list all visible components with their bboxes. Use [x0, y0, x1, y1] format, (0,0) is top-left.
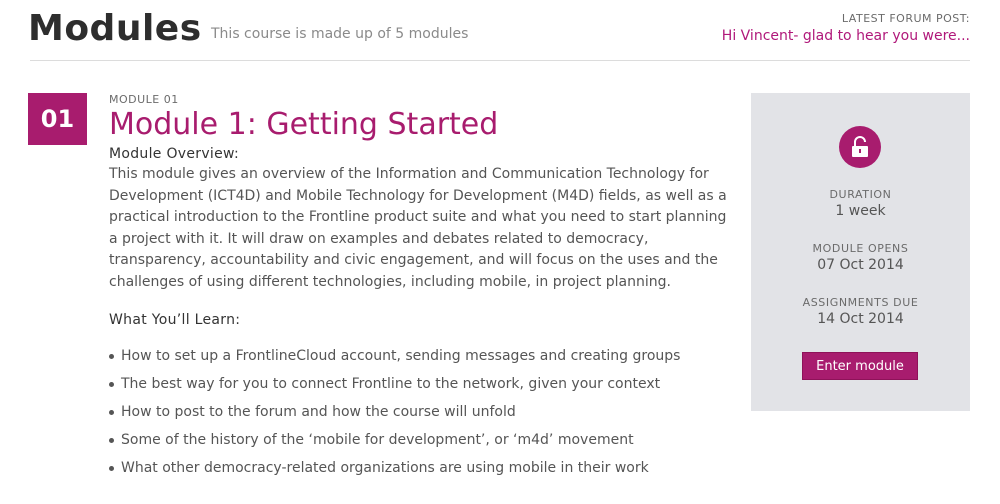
- module-info-panel: DURATION 1 week MODULE OPENS 07 Oct 2014…: [751, 93, 970, 411]
- page-title: Modules: [28, 8, 202, 49]
- list-item: Some of the history of the ‘mobile for d…: [109, 431, 734, 449]
- unlocked-padlock-icon: [839, 126, 881, 168]
- latest-forum-post: LATEST FORUM POST: Hi Vincent- glad to h…: [722, 12, 970, 44]
- forum-post-label: LATEST FORUM POST:: [841, 12, 970, 25]
- module-opens-label: MODULE OPENS: [812, 242, 909, 255]
- duration-value: 1 week: [835, 203, 886, 219]
- list-item: How to set up a FrontlineCloud account, …: [109, 347, 734, 365]
- module-opens-block: MODULE OPENS 07 Oct 2014: [751, 242, 970, 273]
- module-opens-value: 07 Oct 2014: [817, 257, 904, 273]
- forum-post-link[interactable]: Hi Vincent- glad to hear you were...: [722, 28, 970, 44]
- module-number-label: MODULE 01: [109, 93, 179, 106]
- module-title: Module 1: Getting Started: [109, 107, 499, 142]
- assignments-due-label: ASSIGNMENTS DUE: [802, 296, 919, 309]
- learn-heading: What You’ll Learn:: [109, 312, 241, 328]
- overview-heading: Module Overview:: [109, 146, 240, 162]
- assignments-due-value: 14 Oct 2014: [817, 311, 904, 327]
- list-item: How to post to the forum and how the cou…: [109, 403, 734, 421]
- module-number-badge: 01: [28, 93, 87, 145]
- list-item: The best way for you to connect Frontlin…: [109, 375, 734, 393]
- duration-label: DURATION: [829, 188, 892, 201]
- list-item: What other democracy-related organizatio…: [109, 459, 734, 477]
- overview-text: This module gives an overview of the Inf…: [109, 166, 727, 290]
- enter-module-button[interactable]: Enter module: [802, 352, 918, 380]
- page-subtitle: This course is made up of 5 modules: [211, 26, 469, 42]
- assignments-due-block: ASSIGNMENTS DUE 14 Oct 2014: [751, 296, 970, 327]
- header-divider: [30, 60, 970, 61]
- duration-block: DURATION 1 week: [751, 188, 970, 219]
- module-content: MODULE 01 Module 1: Getting Started Modu…: [109, 93, 734, 487]
- learning-objectives-list: How to set up a FrontlineCloud account, …: [109, 347, 734, 477]
